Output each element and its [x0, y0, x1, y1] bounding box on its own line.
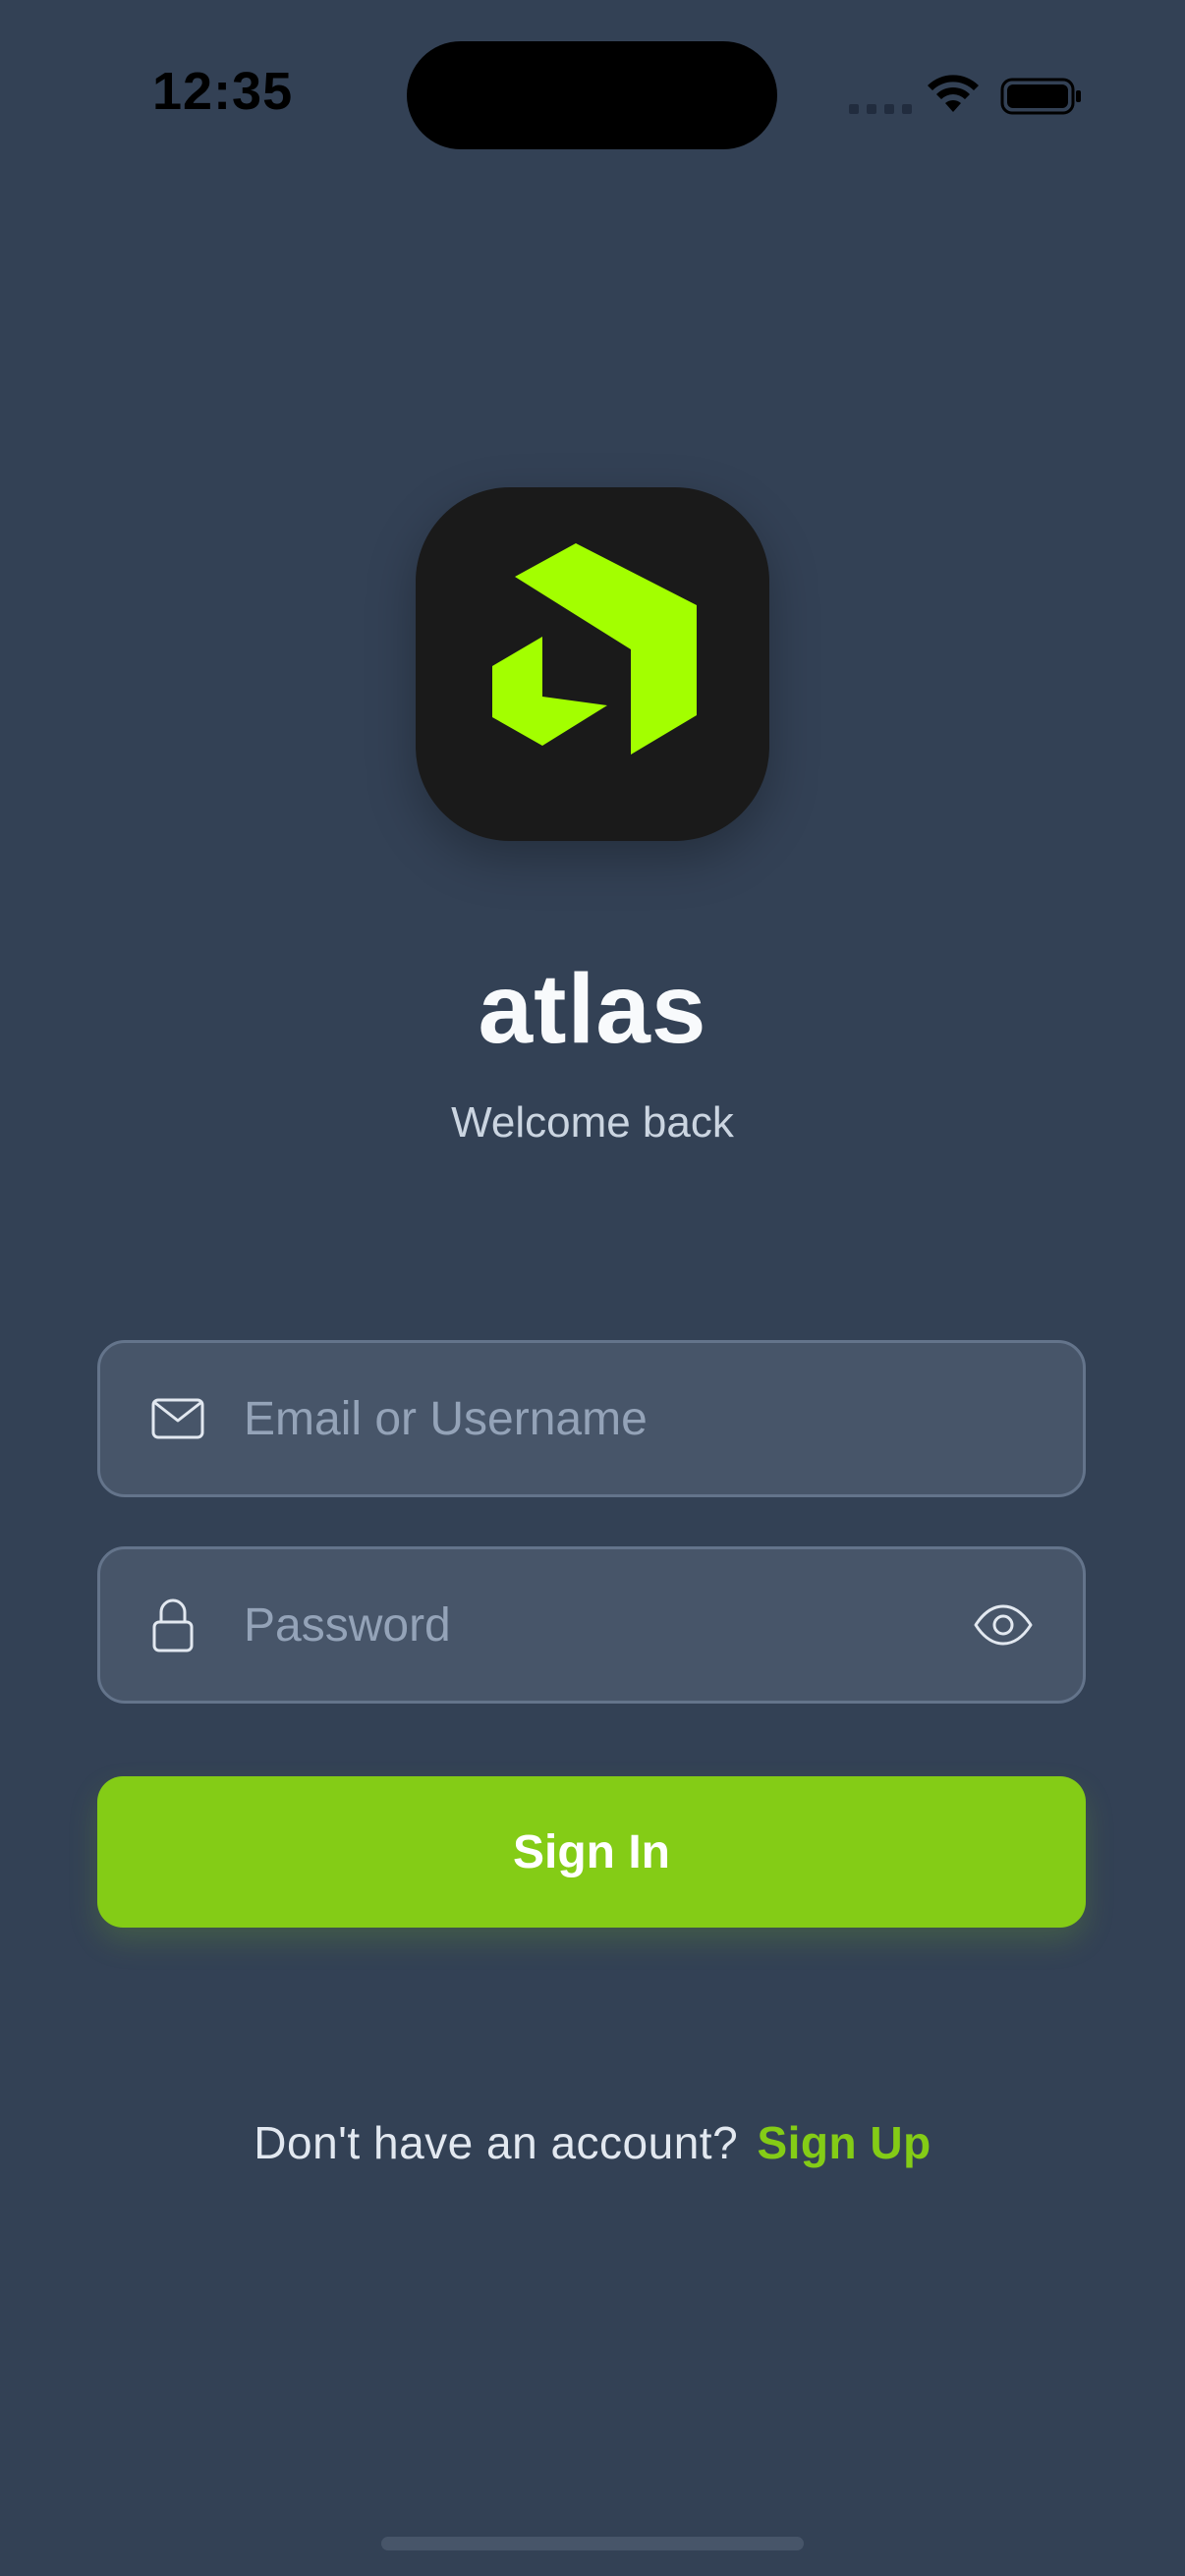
signup-row: Don't have an account? Sign Up — [0, 2116, 1185, 2169]
dynamic-island — [407, 41, 777, 149]
sign-in-button[interactable]: Sign In — [97, 1776, 1086, 1928]
home-indicator[interactable] — [381, 2537, 804, 2550]
app-name: atlas — [478, 954, 707, 1064]
lock-icon — [152, 1598, 194, 1652]
wifi-icon — [928, 75, 979, 112]
email-field[interactable] — [97, 1340, 1086, 1497]
email-input[interactable] — [244, 1343, 1010, 1494]
signal-dots-icon — [849, 104, 912, 114]
password-input[interactable] — [244, 1549, 1010, 1701]
welcome-subtitle: Welcome back — [451, 1098, 734, 1147]
password-field[interactable] — [97, 1546, 1086, 1704]
battery-icon — [1000, 78, 1081, 115]
signup-prompt: Don't have an account? — [254, 2117, 739, 2168]
eye-icon[interactable] — [973, 1603, 1034, 1647]
status-time: 12:35 — [152, 62, 294, 121]
mail-icon — [151, 1398, 204, 1439]
app-logo — [416, 487, 769, 841]
sign-up-link[interactable]: Sign Up — [757, 2117, 931, 2168]
atlas-logo-icon — [492, 543, 697, 755]
login-screen: 12:35 atlas Welcome back Email or Userna… — [0, 0, 1185, 2576]
